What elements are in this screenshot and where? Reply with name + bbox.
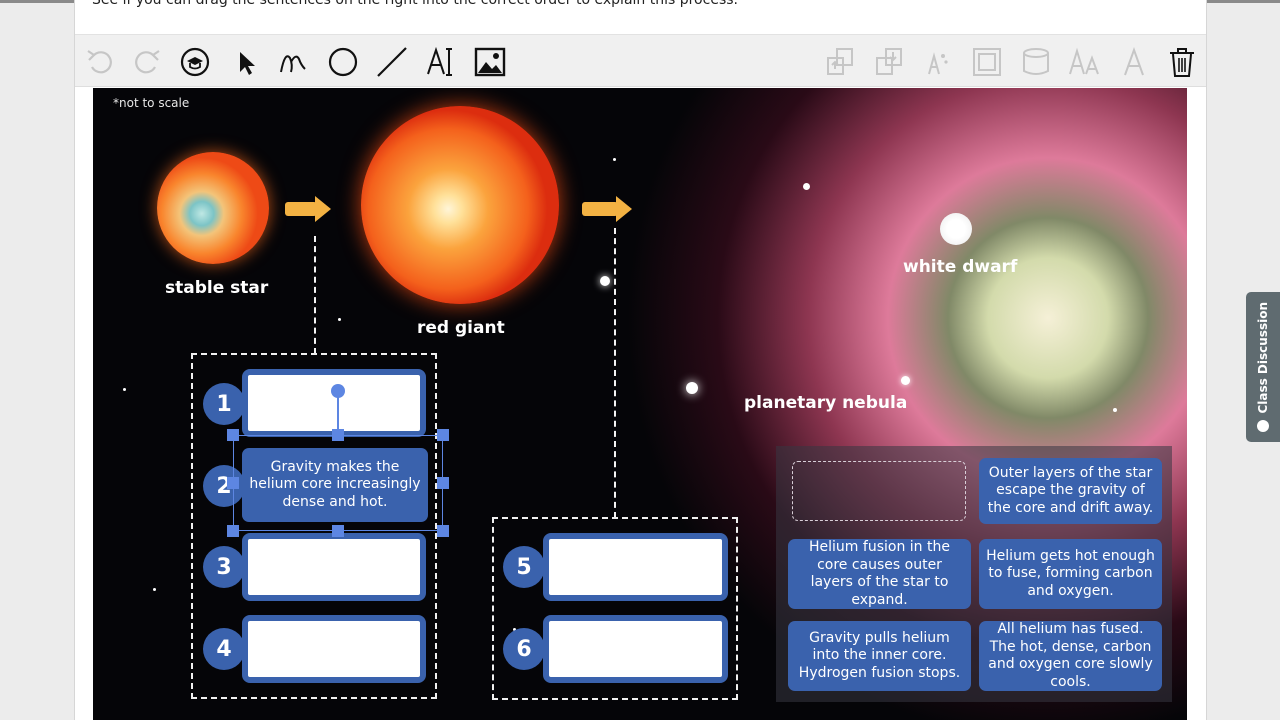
star [153, 588, 156, 591]
resize-handle-n[interactable] [332, 429, 344, 441]
cylinder-icon [1023, 48, 1049, 75]
fill-icon [928, 52, 948, 75]
text-icon [427, 46, 452, 76]
arrow-cursor-icon [240, 52, 255, 75]
resize-handle-w[interactable] [227, 477, 239, 489]
red-giant-label: red giant [417, 318, 505, 338]
shape-style-button[interactable] [1016, 42, 1056, 82]
resize-handle-s[interactable] [332, 525, 344, 537]
sentence-card[interactable]: All helium has fused. The hot, dense, ca… [979, 621, 1162, 691]
resize-handle-ne[interactable] [437, 429, 449, 441]
star [338, 318, 341, 321]
circle-tool-button[interactable] [323, 42, 363, 82]
sentence-card-text: Helium gets hot enough to fuse, forming … [986, 547, 1155, 599]
resize-handle-sw[interactable] [227, 525, 239, 537]
step-number-4: 4 [203, 628, 245, 670]
star [803, 183, 810, 190]
redo-button[interactable] [127, 42, 167, 82]
sentence-card[interactable]: Gravity pulls helium into the inner core… [788, 621, 971, 691]
star-lifecycle-canvas: *not to scale stable star red giant whit… [93, 88, 1187, 720]
trash-icon [1170, 48, 1194, 77]
resize-handle-se[interactable] [437, 525, 449, 537]
class-discussion-label: Class Discussion [1256, 302, 1270, 414]
border-button[interactable] [967, 42, 1007, 82]
font-size-icon [1069, 47, 1099, 75]
font-size-button[interactable] [1065, 42, 1105, 82]
star [123, 388, 126, 391]
undo-icon [87, 50, 112, 74]
circle-icon [328, 47, 358, 77]
freehand-pen-icon [280, 55, 306, 73]
connector-line [614, 228, 616, 518]
text-color-icon [1124, 47, 1144, 76]
selection-box [233, 435, 443, 531]
step-number-6: 6 [503, 628, 545, 670]
step-number-5: 5 [503, 546, 545, 588]
resize-handle-e[interactable] [437, 477, 449, 489]
stable-star-illustration [157, 152, 269, 264]
bright-star [901, 376, 910, 385]
sentence-card-text: Helium fusion in the core causes outer l… [809, 539, 950, 608]
class-discussion-tab[interactable]: Class Discussion [1246, 292, 1280, 442]
reset-graduation-cap-icon [180, 47, 210, 77]
star [613, 158, 616, 161]
answer-slot-1[interactable] [242, 369, 426, 437]
step-number-3: 3 [203, 546, 245, 588]
answer-slot-3[interactable] [242, 533, 426, 601]
border-square-icon [973, 48, 1001, 76]
planetary-nebula-label: planetary nebula [744, 393, 908, 413]
text-color-button[interactable] [1114, 42, 1154, 82]
arrow-to-planetary-nebula [582, 196, 632, 222]
undo-button[interactable] [80, 42, 120, 82]
chat-bubble-icon [1257, 419, 1269, 432]
send-backward-icon [876, 48, 902, 75]
rotation-handle[interactable] [331, 384, 345, 398]
answer-slot-4[interactable] [242, 615, 426, 683]
freehand-draw-button[interactable] [273, 42, 313, 82]
sentence-card[interactable]: Helium fusion in the core causes outer l… [788, 539, 971, 609]
image-tool-button[interactable] [470, 42, 510, 82]
send-backward-button[interactable] [869, 42, 909, 82]
sentence-card-text: Outer layers of the star escape the grav… [987, 464, 1154, 516]
text-tool-button[interactable] [421, 42, 461, 82]
white-dwarf-illustration [940, 213, 972, 245]
sentence-card[interactable]: Helium gets hot enough to fuse, forming … [979, 539, 1162, 609]
star [1113, 408, 1117, 412]
bring-forward-button[interactable] [820, 42, 860, 82]
instruction-text: See if you can drag the sentences on the… [92, 0, 738, 8]
red-giant-illustration [361, 106, 559, 304]
reset-button[interactable] [175, 42, 215, 82]
bright-star [686, 382, 698, 394]
fill-color-button[interactable] [918, 42, 958, 82]
bring-forward-icon [827, 48, 853, 75]
stable-star-label: stable star [165, 278, 269, 298]
delete-button[interactable] [1162, 42, 1202, 82]
select-tool-button[interactable] [225, 42, 265, 82]
sentence-card[interactable]: Outer layers of the star escape the grav… [979, 458, 1162, 524]
connector-line [314, 236, 316, 354]
answer-slot-5[interactable] [543, 533, 728, 601]
drawing-toolbar [75, 34, 1206, 87]
sentence-card-text: Gravity pulls helium into the inner core… [798, 629, 961, 681]
answer-slot-6[interactable] [543, 615, 728, 683]
image-icon [474, 47, 506, 77]
line-icon [377, 47, 407, 77]
resize-handle-nw[interactable] [227, 429, 239, 441]
white-dwarf-label: white dwarf [903, 257, 1018, 277]
sentence-card-text: All helium has fused. The hot, dense, ca… [988, 621, 1153, 690]
line-tool-button[interactable] [372, 42, 412, 82]
step-number-1: 1 [203, 383, 245, 425]
empty-card-position [792, 461, 966, 521]
bright-star [600, 276, 610, 286]
not-to-scale-note: *not to scale [113, 96, 190, 110]
redo-icon [135, 50, 160, 74]
arrow-to-red-giant [285, 196, 331, 222]
